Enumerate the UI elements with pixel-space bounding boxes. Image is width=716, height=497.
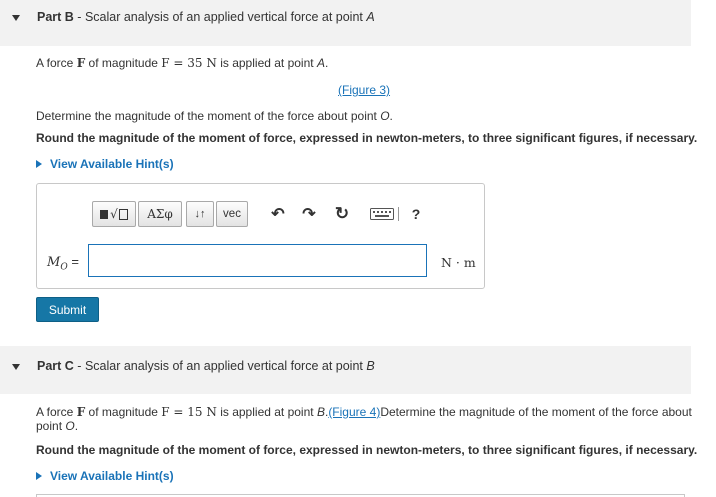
template-square-icon (100, 209, 109, 219)
expand-triangle-icon (36, 471, 42, 480)
force-magnitude-math: F = 35 N (161, 56, 217, 70)
collapse-caret-icon[interactable] (12, 15, 20, 21)
expand-triangle-icon (36, 159, 42, 168)
figure-4-link[interactable]: (Figure 4) (328, 405, 380, 419)
help-button[interactable]: ? (406, 204, 426, 224)
vec-button[interactable]: vec (216, 201, 248, 227)
undo-icon[interactable]: ↶ (268, 204, 288, 224)
part-c-title: Part C - Scalar analysis of an applied v… (37, 359, 375, 373)
templates-button[interactable]: √ (92, 201, 136, 227)
keyboard-icon[interactable] (369, 204, 395, 224)
redo-icon[interactable]: ↷ (299, 204, 319, 224)
collapse-caret-icon[interactable] (12, 364, 20, 370)
part-b-title: Part B - Scalar analysis of an applied v… (37, 10, 375, 24)
symbols-button[interactable]: ΑΣφ (138, 201, 182, 227)
force-magnitude-math: F = 15 N (161, 405, 217, 419)
toolbar-divider (398, 207, 399, 221)
part-b-header[interactable]: Part B - Scalar analysis of an applied v… (0, 0, 691, 46)
reset-icon[interactable]: ↻ (332, 204, 352, 224)
part-c-question-line2: point O. (36, 419, 79, 433)
part-b-statement: A force F of magnitude F = 35 N is appli… (36, 56, 329, 70)
part-c-hint-toggle[interactable]: View Available Hint(s) (36, 469, 174, 483)
part-b-hint-toggle[interactable]: View Available Hint(s) (36, 157, 174, 171)
part-c-header[interactable]: Part C - Scalar analysis of an applied v… (0, 346, 691, 394)
figure-3-link[interactable]: (Figure 3) (338, 83, 390, 97)
part-c-statement: A force F of magnitude F = 15 N is appli… (36, 405, 692, 419)
part-b-instruction: Round the magnitude of the moment of for… (36, 131, 698, 145)
units-label: N · m (441, 255, 476, 270)
sqrt-icon: √ (110, 207, 118, 221)
answer-label: MO = (47, 254, 79, 273)
part-b-question: Determine the magnitude of the moment of… (36, 109, 393, 123)
part-c-instruction: Round the magnitude of the moment of for… (36, 443, 698, 457)
answer-panel: √ ΑΣφ ↓↑ vec ↶ ↷ ↻ ? MO = N · m (36, 183, 485, 289)
arrows-button[interactable]: ↓↑ (186, 201, 214, 227)
answer-input[interactable] (88, 244, 427, 277)
submit-button[interactable]: Submit (36, 297, 99, 322)
